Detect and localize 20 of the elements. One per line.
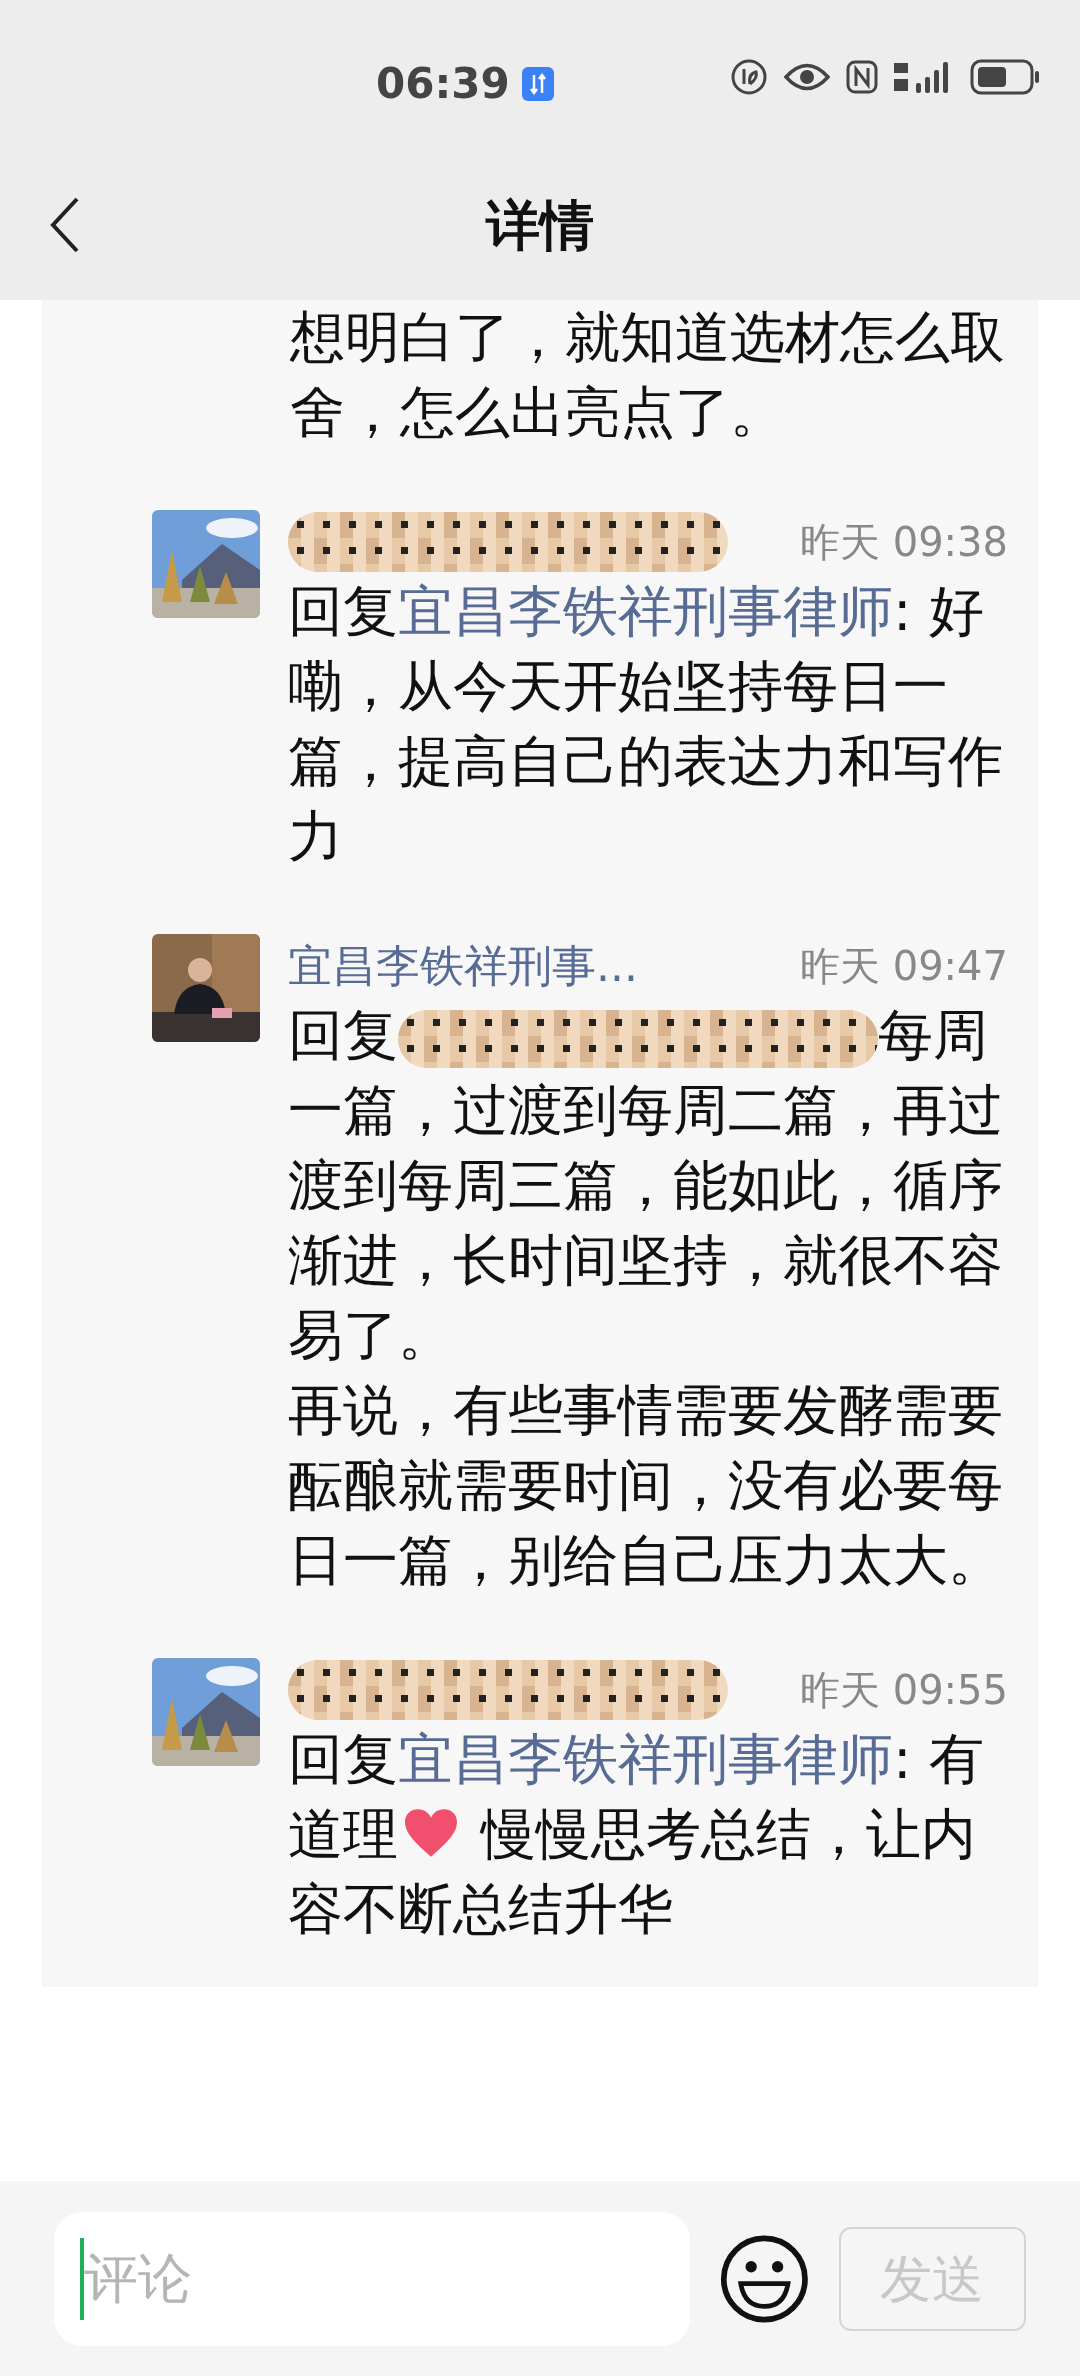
comment-text: 回复宜昌李铁祥刑事律师: 好嘞，从今天开始坚持每日一篇，提高自己的表达力和写作力 [288, 578, 1004, 870]
comment-text: 回复宜昌李铁祥刑事律师: 有道理 慢慢思考总结，让内容不断总结升华 [288, 1726, 985, 1943]
mention-link[interactable]: 宜昌李铁祥刑事律师 [398, 1727, 893, 1791]
mention-link[interactable]: 宜昌李铁祥刑事律师 [398, 579, 893, 643]
comment-time: 昨天 09:55 [800, 1666, 1008, 1715]
author-name[interactable]: 宜昌李铁祥刑事... [288, 933, 638, 999]
back-icon [49, 196, 81, 254]
battery-icon [970, 59, 1040, 95]
page-title: 详情 [486, 192, 594, 259]
status-time: 06:39 [376, 58, 510, 110]
comment-text: 回复 每周一篇，过渡到每周二篇，再过渡到每周三篇，能如此，循序渐进，长时间坚持，就很不容易了。 再说，有些事情需要发酵需要酝酿就需要时间，没有必要每日一篇，别给自己压力太大。 [288, 1002, 1004, 1594]
nfc-icon [846, 60, 878, 94]
comment-text: 想明白了，就知道选材怎么取舍，怎么出亮点了。 [290, 304, 1006, 446]
comment-field[interactable]: 评论 [54, 2211, 690, 2346]
heart-icon [402, 1807, 460, 1859]
comment-time: 昨天 09:47 [800, 942, 1008, 991]
eye-icon [784, 62, 830, 92]
eco-mode-icon [730, 58, 768, 96]
comment-time: 昨天 09:38 [800, 518, 1008, 567]
data-transfer-icon [521, 66, 554, 101]
